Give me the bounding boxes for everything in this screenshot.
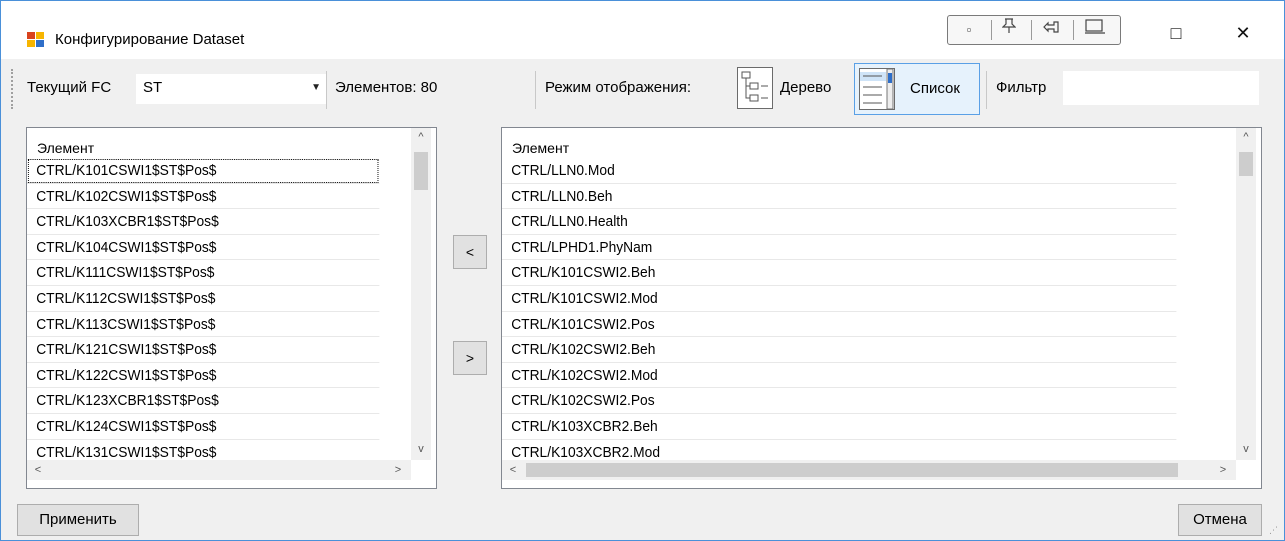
title-bar: Конфигурирование Dataset ▫ □ ✕: [1, 1, 1284, 59]
right-list-header: Элемент: [512, 140, 570, 156]
list-mode-button[interactable]: Список: [854, 63, 980, 115]
list-view-icon: [859, 68, 895, 110]
list-item[interactable]: CTRL/K124CSWI1$ST$Pos$: [27, 414, 380, 440]
move-right-button[interactable]: >: [453, 341, 487, 375]
left-horizontal-scrollbar[interactable]: < >: [27, 460, 411, 480]
float-window-icon[interactable]: [1078, 18, 1112, 42]
close-button[interactable]: ✕: [1223, 20, 1263, 46]
list-mode-label: Список: [910, 80, 960, 97]
list-item[interactable]: CTRL/K121CSWI1$ST$Pos$: [27, 337, 380, 363]
list-item[interactable]: CTRL/K101CSWI2.Beh: [502, 260, 1177, 286]
scroll-thumb[interactable]: [414, 152, 428, 190]
scroll-down-icon[interactable]: v: [1237, 440, 1255, 458]
dialog-window: Конфигурирование Dataset ▫ □ ✕ Текущий F…: [0, 0, 1285, 541]
apply-button[interactable]: Применить: [17, 504, 139, 536]
current-fc-label: Текущий FC: [27, 79, 112, 96]
right-horizontal-scrollbar[interactable]: < >: [502, 460, 1236, 480]
list-item[interactable]: CTRL/K103XCBR2.Beh: [502, 414, 1177, 440]
pin-icon[interactable]: [992, 18, 1026, 42]
list-item[interactable]: CTRL/K122CSWI1$ST$Pos$: [27, 363, 380, 389]
scroll-thumb[interactable]: [526, 463, 1178, 477]
tree-mode-button[interactable]: Дерево: [733, 63, 849, 115]
list-item[interactable]: CTRL/K102CSWI2.Mod: [502, 363, 1177, 389]
tree-view-icon: [737, 67, 773, 109]
right-list-rows: CTRL/LLN0.Mod CTRL/LLN0.Beh CTRL/LLN0.He…: [502, 158, 1235, 466]
chevron-down-icon: ▼: [311, 82, 321, 93]
list-item[interactable]: CTRL/K101CSWI1$ST$Pos$: [27, 158, 380, 184]
list-item[interactable]: CTRL/K104CSWI1$ST$Pos$: [27, 235, 380, 261]
scroll-right-icon[interactable]: >: [1214, 461, 1232, 479]
scroll-left-icon[interactable]: <: [504, 461, 522, 479]
scroll-up-icon[interactable]: ^: [412, 128, 430, 146]
filter-input[interactable]: [1063, 71, 1259, 105]
list-item[interactable]: CTRL/K101CSWI2.Mod: [502, 286, 1177, 312]
list-item[interactable]: CTRL/K103XCBR1$ST$Pos$: [27, 209, 380, 235]
left-list-rows: CTRL/K101CSWI1$ST$Pos$ CTRL/K102CSWI1$ST…: [27, 158, 410, 466]
elements-count: Элементов: 80: [335, 79, 438, 96]
scroll-thumb[interactable]: [1239, 152, 1253, 176]
small-square-icon[interactable]: ▫: [952, 18, 986, 42]
scroll-right-icon[interactable]: >: [389, 461, 407, 479]
dock-icon[interactable]: [1034, 18, 1068, 42]
current-fc-value: ST: [143, 79, 163, 96]
maximize-button[interactable]: □: [1156, 20, 1196, 46]
list-item[interactable]: CTRL/K102CSWI2.Pos: [502, 388, 1177, 414]
list-item[interactable]: CTRL/K113CSWI1$ST$Pos$: [27, 312, 380, 338]
scroll-left-icon[interactable]: <: [29, 461, 47, 479]
cancel-button[interactable]: Отмена: [1178, 504, 1262, 536]
available-elements-list[interactable]: Элемент CTRL/K101CSWI1$ST$Pos$ CTRL/K102…: [26, 127, 437, 489]
left-vertical-scrollbar[interactable]: ^ v: [411, 128, 431, 460]
left-list-header: Элемент: [37, 140, 95, 156]
list-item[interactable]: CTRL/K102CSWI1$ST$Pos$: [27, 184, 380, 210]
move-left-button[interactable]: <: [453, 235, 487, 269]
toolbar-grip[interactable]: [11, 69, 14, 109]
resize-grip-icon[interactable]: ⋰: [1269, 525, 1281, 537]
list-item[interactable]: CTRL/K112CSWI1$ST$Pos$: [27, 286, 380, 312]
list-item[interactable]: CTRL/LPHD1.PhyNam: [502, 235, 1177, 261]
list-item[interactable]: CTRL/LLN0.Health: [502, 209, 1177, 235]
list-item[interactable]: CTRL/LLN0.Mod: [502, 158, 1177, 184]
app-icon: [27, 32, 45, 48]
list-item[interactable]: CTRL/K101CSWI2.Pos: [502, 312, 1177, 338]
scroll-down-icon[interactable]: v: [412, 440, 430, 458]
mini-toolbar: ▫: [947, 15, 1121, 45]
list-item[interactable]: CTRL/K123XCBR1$ST$Pos$: [27, 388, 380, 414]
filter-label: Фильтр: [996, 79, 1047, 96]
window-title: Конфигурирование Dataset: [55, 31, 245, 48]
list-item[interactable]: CTRL/LLN0.Beh: [502, 184, 1177, 210]
list-item[interactable]: CTRL/K111CSWI1$ST$Pos$: [27, 260, 380, 286]
tree-mode-label: Дерево: [780, 79, 832, 96]
current-fc-select[interactable]: ST ▼: [136, 74, 326, 104]
list-item[interactable]: CTRL/K102CSWI2.Beh: [502, 337, 1177, 363]
selected-elements-list[interactable]: Элемент CTRL/LLN0.Mod CTRL/LLN0.Beh CTRL…: [501, 127, 1262, 489]
right-vertical-scrollbar[interactable]: ^ v: [1236, 128, 1256, 460]
scroll-up-icon[interactable]: ^: [1237, 128, 1255, 146]
display-mode-label: Режим отображения:: [545, 79, 692, 96]
toolbar: Текущий FC ST ▼ Элементов: 80 Режим отоб…: [9, 59, 1277, 121]
